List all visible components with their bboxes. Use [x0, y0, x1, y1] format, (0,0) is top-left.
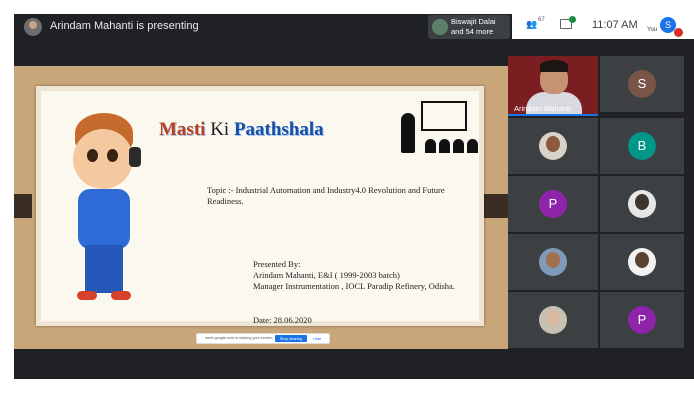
- title-word-2: Ki: [210, 119, 230, 140]
- people-count: 67: [538, 17, 545, 23]
- slide-title: Masti Ki Paathshala: [159, 119, 324, 141]
- student-icon: [425, 139, 436, 153]
- title-word-1: Masti: [159, 119, 206, 140]
- participant-video: [540, 60, 568, 72]
- slide-card: Masti Ki Paathshala Topic :- Industrial …: [36, 86, 484, 326]
- student-icon: [467, 139, 478, 153]
- slide-date: Date: 28.06.2020: [253, 315, 312, 325]
- headphone-icon: [129, 147, 141, 167]
- chip-more-count: and 54 more: [451, 27, 494, 36]
- blackboard-icon: [421, 101, 467, 131]
- tile-participant[interactable]: S: [600, 56, 684, 112]
- tile-participant[interactable]: P: [508, 176, 598, 232]
- meet-window: Arindam Mahanti is presenting Biswajit D…: [14, 14, 694, 379]
- screen-share-bar: meet.google.com is sharing your screen. …: [196, 333, 330, 344]
- tile-participant[interactable]: [508, 118, 598, 174]
- tile-participant[interactable]: [600, 176, 684, 232]
- avatar: [628, 190, 656, 218]
- stop-sharing-button[interactable]: Stop sharing: [275, 335, 307, 342]
- slide-topic: Topic :- Industrial Automation and Indus…: [207, 185, 445, 206]
- boy-illustration: [63, 113, 158, 313]
- avatar: [539, 248, 567, 276]
- mic-off-icon: [674, 28, 683, 37]
- teacher-figure: [401, 113, 415, 153]
- boy-eye: [107, 149, 118, 162]
- teacher-icon: [397, 101, 479, 157]
- tile-participant[interactable]: [508, 292, 598, 348]
- chat-notification-dot: [569, 16, 576, 23]
- top-bar: Arindam Mahanti is presenting Biswajit D…: [14, 14, 694, 42]
- chip-participant-name: Biswajit Dalai: [451, 17, 496, 26]
- people-icon[interactable]: 👥: [526, 19, 537, 30]
- hide-button[interactable]: Hide: [313, 336, 321, 341]
- tile-participant[interactable]: B: [600, 118, 684, 174]
- slide-decor-left: [14, 194, 32, 218]
- boy-shoe: [111, 291, 131, 300]
- avatar: [432, 19, 448, 35]
- you-label: You: [647, 27, 658, 33]
- boy-eye: [87, 149, 98, 162]
- participants-chip[interactable]: Biswajit Dalai and 54 more: [428, 15, 510, 39]
- boy-legs: [85, 245, 123, 293]
- presenter-info: Presented By: Arindam Mahanti, E&I ( 199…: [253, 259, 455, 292]
- avatar: P: [628, 306, 656, 334]
- presenter-line: Manager Instrumentation , IOCL Paradip R…: [253, 281, 455, 291]
- title-word-3: Paathshala: [233, 119, 324, 140]
- avatar: S: [628, 70, 656, 98]
- tile-presenter[interactable]: Arindam Mahanti: [508, 56, 598, 116]
- student-icon: [439, 139, 450, 153]
- avatar: B: [628, 132, 656, 160]
- boy-body: [78, 189, 130, 249]
- boy-shoe: [77, 291, 97, 300]
- meeting-controls: 👥 67 11:07 AM You S: [512, 14, 694, 39]
- avatar: [628, 248, 656, 276]
- share-notice: meet.google.com is sharing your screen.: [205, 336, 274, 340]
- student-icon: [453, 139, 464, 153]
- tile-participant[interactable]: P: [600, 292, 684, 348]
- meeting-clock: 11:07 AM: [592, 19, 638, 31]
- presenting-status: Arindam Mahanti is presenting: [50, 20, 199, 32]
- avatar: [539, 132, 567, 160]
- tile-participant[interactable]: [600, 234, 684, 290]
- boy-face: [73, 129, 133, 189]
- tile-participant[interactable]: [508, 234, 598, 290]
- tile-name: Arindam Mahanti: [514, 104, 571, 113]
- presented-by-label: Presented By:: [253, 259, 301, 269]
- presenter-line: Arindam Mahanti, E&I ( 1999-2003 batch): [253, 270, 400, 280]
- avatar: [539, 306, 567, 334]
- avatar: P: [539, 190, 567, 218]
- presenter-avatar: [24, 18, 42, 36]
